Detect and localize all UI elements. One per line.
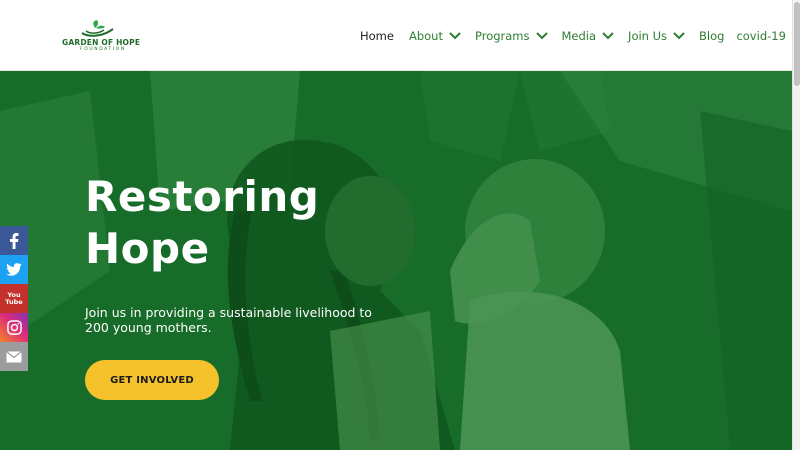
instagram-button[interactable]	[0, 313, 28, 342]
logo-title: GARDEN OF HOPE	[62, 38, 141, 47]
main-nav: Home About Programs Media Join Us Blog c…	[360, 27, 786, 45]
scrollbar-thumb[interactable]	[794, 2, 800, 86]
nav-label: Media	[561, 29, 597, 43]
email-button[interactable]	[0, 342, 28, 371]
email-icon	[6, 350, 22, 362]
chevron-down-icon	[449, 32, 461, 40]
hero-title-line1: Restoring	[85, 172, 320, 221]
chevron-down-icon	[673, 32, 685, 40]
nav-item-programs[interactable]: Programs	[475, 29, 549, 43]
logo-subtitle: FOUNDATION	[80, 47, 126, 52]
hands-leaf-icon	[81, 20, 114, 37]
hero-subtitle: Join us in providing a sustainable livel…	[85, 305, 372, 335]
page-scrollbar[interactable]	[792, 0, 800, 450]
nav-label: covid-19	[736, 29, 786, 43]
chevron-down-icon	[602, 32, 614, 40]
nav-label: Programs	[474, 29, 530, 43]
youtube-icon: You Tube	[5, 291, 23, 306]
social-share-bar: You Tube	[0, 226, 28, 371]
nav-label: About	[408, 29, 443, 43]
hero-title: Restoring Hope	[85, 171, 405, 275]
nav-label: Join Us	[628, 29, 668, 43]
youtube-label-bottom: Tube	[5, 297, 23, 306]
twitter-icon	[6, 263, 22, 276]
instagram-icon	[6, 320, 22, 335]
nav-label: Home	[360, 29, 394, 43]
chevron-down-icon	[535, 32, 548, 40]
site-logo[interactable]: GARDEN OF HOPE FOUNDATION	[60, 19, 140, 55]
nav-item-blog[interactable]: Blog	[699, 29, 724, 43]
nav-label: Blog	[699, 29, 725, 43]
site-header: GARDEN OF HOPE FOUNDATION Home About Pro…	[0, 0, 792, 71]
nav-item-join-us[interactable]: Join Us	[628, 29, 686, 43]
facebook-button[interactable]	[0, 226, 28, 255]
nav-item-home[interactable]: Home	[360, 29, 394, 43]
twitter-button[interactable]	[0, 255, 28, 284]
nav-item-about[interactable]: About	[409, 29, 462, 43]
hero-section: Restoring Hope Join us in providing a su…	[0, 71, 792, 450]
youtube-button[interactable]: You Tube	[0, 284, 28, 313]
nav-item-media[interactable]: Media	[562, 29, 616, 43]
nav-item-covid-19[interactable]: covid-19	[736, 29, 785, 43]
facebook-icon	[10, 232, 19, 249]
hero-title-line2: Hope	[85, 224, 210, 273]
get-involved-button[interactable]: GET INVOLVED	[85, 360, 219, 400]
